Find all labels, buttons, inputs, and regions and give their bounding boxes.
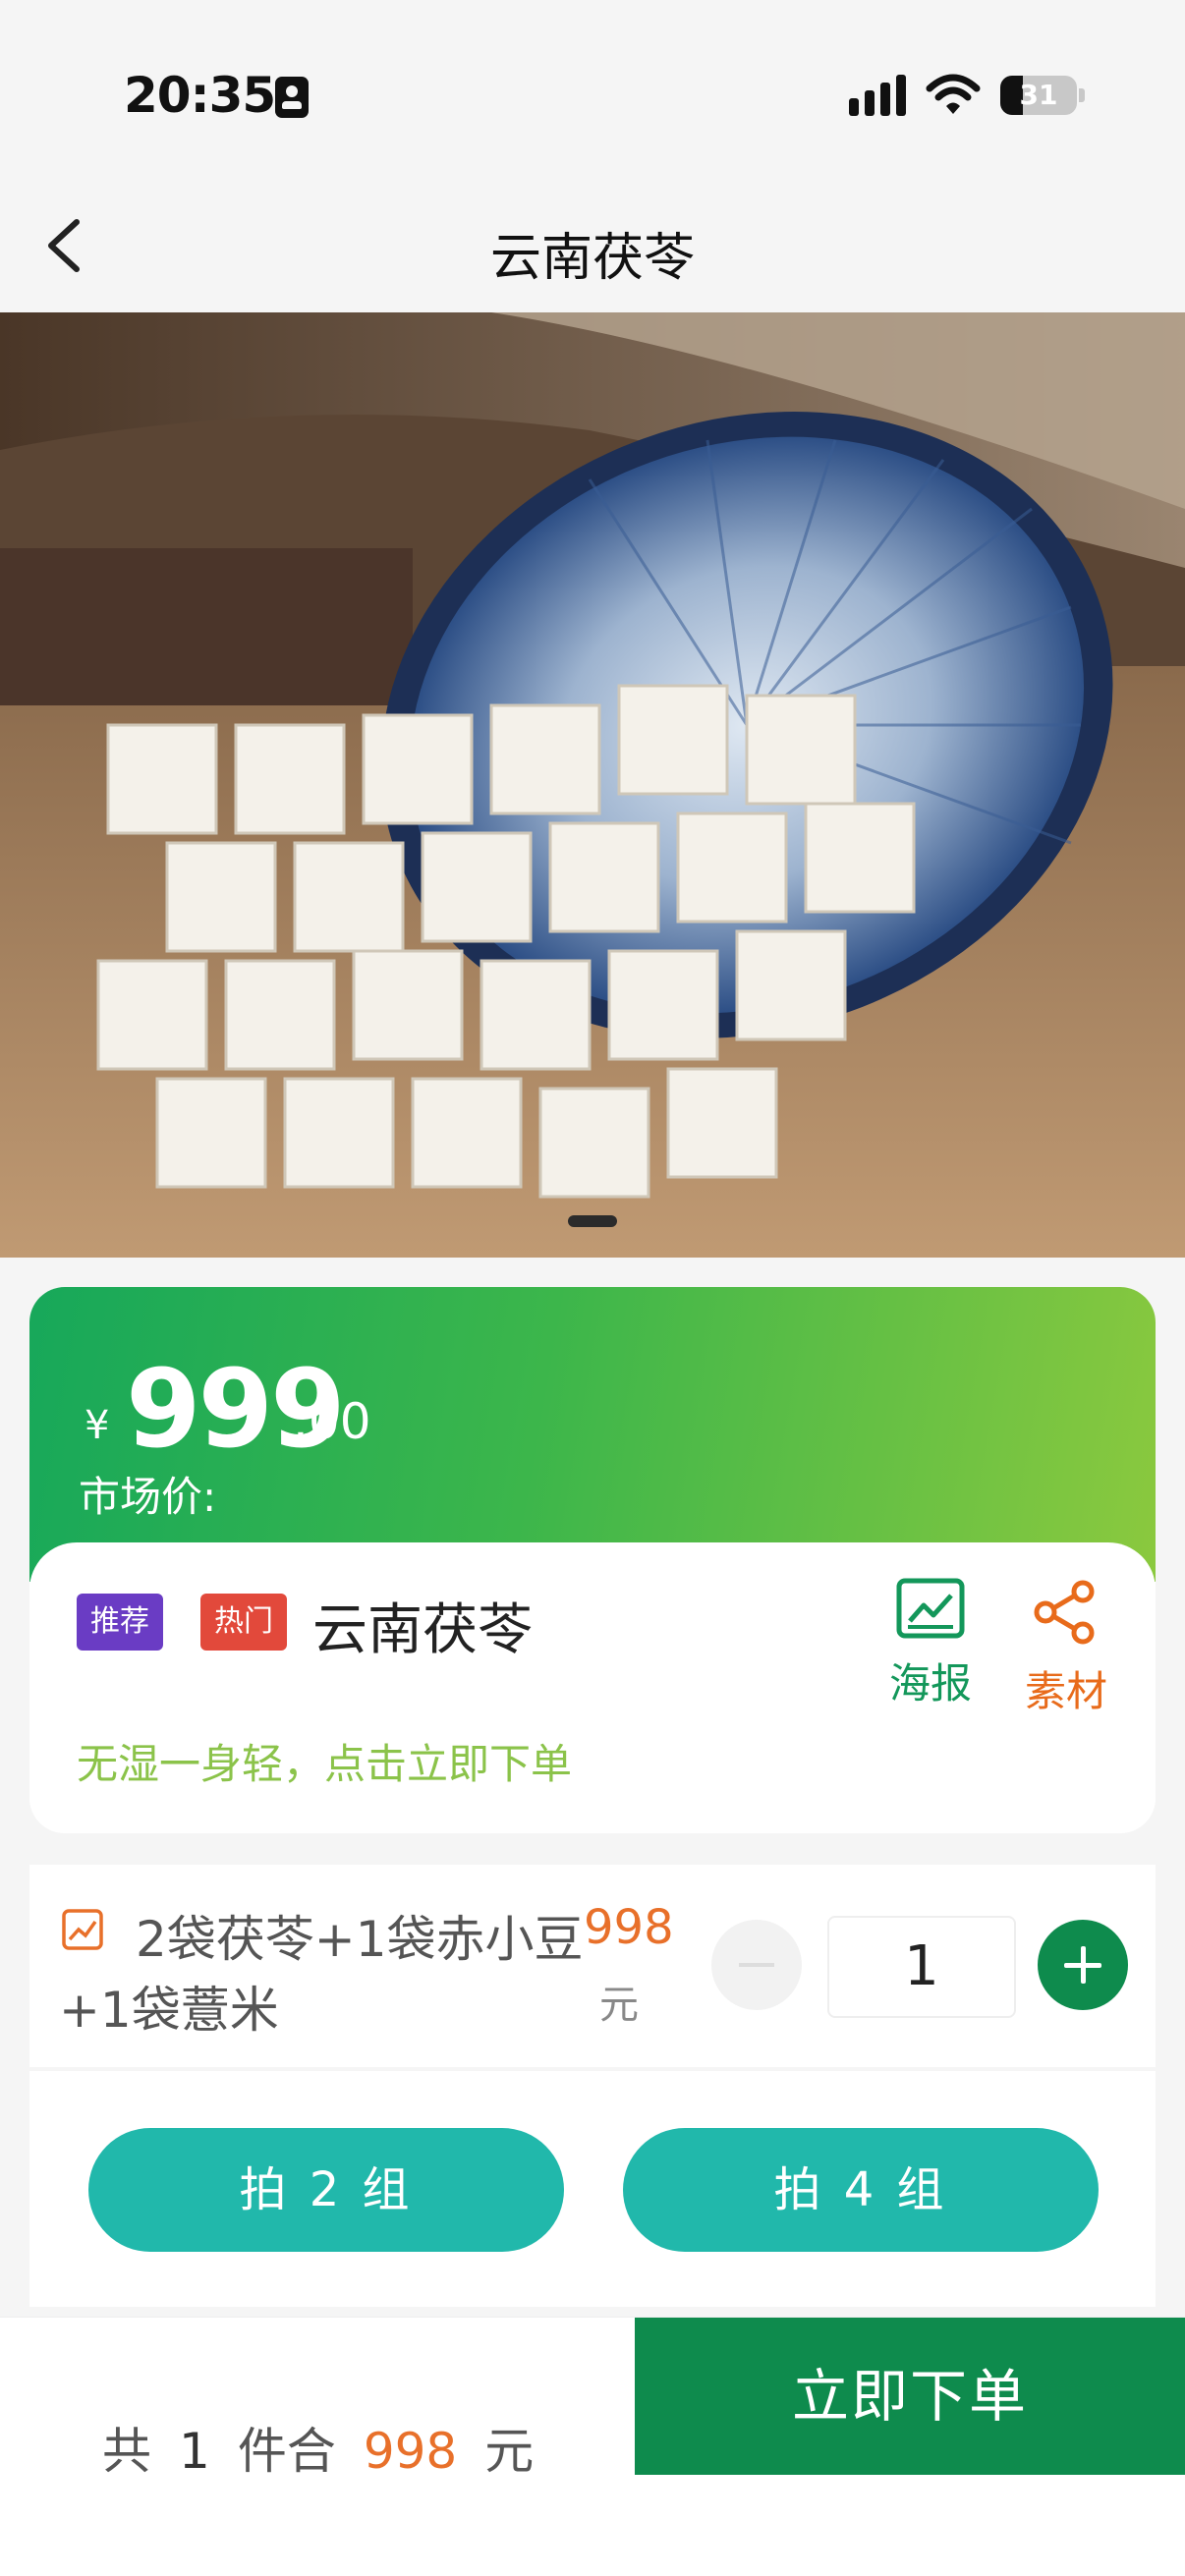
option-price: 998 <box>584 1900 674 1955</box>
summary-total: 998 <box>363 2423 458 2480</box>
page: 20:35 31 云南茯苓 ¥ 999 .00 市场价: 推荐 热门 云南茯苓 … <box>0 0 1185 2576</box>
share-icon <box>1034 1580 1095 1645</box>
bottom-bar: 共 1 件合 998 元 立即下单 <box>0 2317 1185 2576</box>
poster-icon <box>896 1578 965 1639</box>
status-bar: 20:35 31 <box>0 0 1185 177</box>
status-time: 20:35 <box>124 67 276 124</box>
material-label: 素材 <box>1024 1667 1107 1715</box>
summary-unit: 元 <box>484 2423 535 2480</box>
option-name-line2: +1袋薏米 <box>59 1982 279 2039</box>
product-subtitle: 无湿一身轻，点击立即下单 <box>77 1740 573 1788</box>
quantity-input[interactable]: 1 <box>827 1916 1016 2018</box>
battery-icon: 31 <box>1000 76 1077 115</box>
buy-4-groups-button[interactable]: 拍 4 组 <box>623 2128 1099 2252</box>
tag-recommend: 推荐 <box>77 1594 163 1651</box>
price-card: ¥ 999 .00 市场价: 推荐 热门 云南茯苓 海报 素材 无湿一身轻，点击… <box>29 1287 1156 1833</box>
product-image[interactable] <box>0 312 1185 1258</box>
quantity-increase-button[interactable] <box>1038 1920 1128 2010</box>
cellular-signal-icon <box>849 75 906 116</box>
nav-bar: 云南茯苓 <box>0 177 1185 312</box>
wifi-icon <box>926 74 981 114</box>
poster-button[interactable]: 海报 <box>876 1578 985 1710</box>
product-name: 云南茯苓 <box>312 1598 533 1662</box>
quantity-decrease-button[interactable] <box>711 1920 802 2010</box>
tag-hot: 热门 <box>200 1594 287 1651</box>
buy-2-groups-button[interactable]: 拍 2 组 <box>88 2128 564 2252</box>
poster-label: 海报 <box>888 1659 972 1708</box>
summary-middle: 件合 <box>237 2423 336 2480</box>
bulk-buy-row: 拍 2 组 拍 4 组 <box>29 2071 1156 2307</box>
battery-cap <box>1079 88 1085 102</box>
summary-count: 1 <box>179 2423 210 2480</box>
product-info-panel: 推荐 热门 云南茯苓 海报 素材 无湿一身轻，点击立即下单 <box>29 1542 1156 1833</box>
sku-option-row: 2袋茯苓+1袋赤小豆 +1袋薏米 998 元 1 <box>29 1865 1156 2067</box>
page-title: 云南茯苓 <box>489 229 695 288</box>
id-card-icon <box>275 77 309 118</box>
image-icon <box>62 1909 103 1950</box>
currency-symbol: ¥ <box>85 1403 110 1448</box>
option-name-line1: 2袋茯苓+1袋赤小豆 <box>136 1911 584 1968</box>
order-summary: 共 1 件合 998 元 <box>102 2412 534 2483</box>
order-now-button[interactable]: 立即下单 <box>635 2318 1185 2475</box>
market-price-label: 市场价: <box>79 1473 217 1521</box>
option-price-unit: 元 <box>599 1983 639 2028</box>
battery-level: 31 <box>1019 79 1058 111</box>
price-band: ¥ 999 .00 市场价: <box>29 1287 1156 1582</box>
summary-prefix: 共 <box>102 2423 151 2480</box>
carousel-indicator[interactable] <box>568 1215 617 1227</box>
poria-cubes-illustration <box>0 312 1185 1258</box>
price-decimal: .00 <box>293 1393 371 1450</box>
material-button[interactable]: 素材 <box>1012 1578 1120 1718</box>
